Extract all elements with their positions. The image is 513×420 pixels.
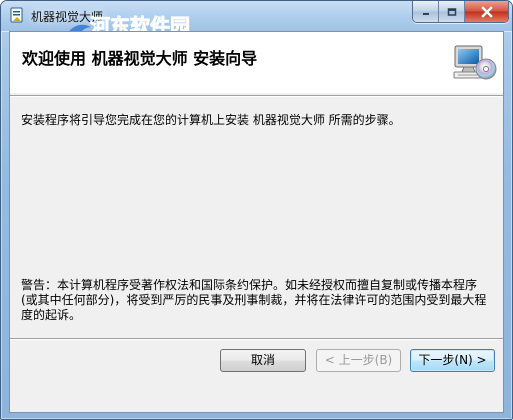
banner-divider	[10, 95, 503, 97]
installer-window: 机器视觉大师 河东软件园 www.pc0359.cn	[0, 0, 513, 420]
title-bar[interactable]: 机器视觉大师 河东软件园 www.pc0359.cn	[1, 1, 512, 63]
maximize-icon	[447, 7, 456, 16]
close-button[interactable]	[465, 1, 508, 22]
minimize-button[interactable]	[413, 1, 439, 22]
wizard-heading: 欢迎使用 机器视觉大师 安装向导	[22, 49, 258, 68]
back-button[interactable]: < 上一步(B)	[316, 349, 401, 372]
cancel-button[interactable]: 取消	[220, 349, 306, 372]
copyright-warning: 警告：本计算机程序受著作权法和国际条约保护。如未经授权而擅自复制或传播本程序(或…	[21, 278, 487, 322]
window-controls	[412, 1, 509, 23]
minimize-icon	[422, 12, 429, 15]
computer-disc-icon	[453, 45, 497, 80]
intro-text: 安装程序将引导您完成在您的计算机上安装 机器视觉大师 所需的步骤。	[21, 113, 401, 127]
wizard-page: 欢迎使用 机器视觉大师 安装向导 安装程序将引导您完成在您的计算机上安装 机器视…	[9, 31, 504, 413]
installer-app-icon	[10, 7, 23, 23]
window-title: 机器视觉大师	[31, 10, 104, 24]
next-button[interactable]: 下一步(N) >	[410, 349, 495, 372]
footer-divider	[10, 338, 503, 340]
close-icon	[480, 5, 493, 18]
maximize-button[interactable]	[439, 1, 465, 22]
wizard-banner: 欢迎使用 机器视觉大师 安装向导	[10, 32, 503, 93]
